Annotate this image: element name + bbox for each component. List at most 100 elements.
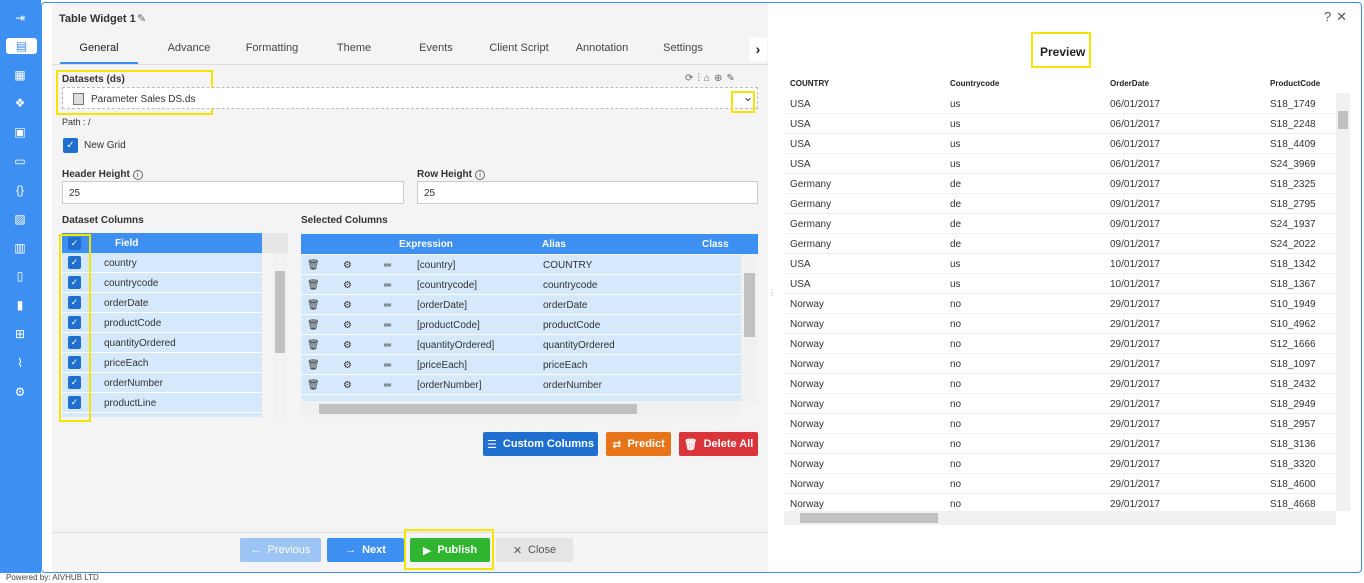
layout-icon[interactable]: ▥ <box>10 240 30 256</box>
code-icon[interactable]: {} <box>10 182 30 198</box>
drag-handle-icon[interactable]: ═ <box>384 300 391 311</box>
header-height-label: Header Height i <box>62 169 143 180</box>
tab-client-script[interactable]: Client Script <box>474 42 564 54</box>
edit-title-icon[interactable]: ✎ <box>137 12 146 25</box>
report-icon[interactable]: ▣ <box>10 124 30 140</box>
card-icon[interactable]: ▭ <box>10 153 30 169</box>
refresh-icon[interactable]: ⟳ <box>685 73 697 84</box>
list-item[interactable]: ✓ orderNumber <box>62 373 262 393</box>
swap-icon: ⇄ <box>612 438 622 451</box>
dataset-select[interactable]: Parameter Sales DS.ds ⌄ <box>62 87 758 109</box>
help-icon[interactable]: ? <box>1324 9 1336 24</box>
settings-gear-icon[interactable]: ⚙ <box>10 384 30 400</box>
trash-icon[interactable]: 🗑 <box>307 320 320 331</box>
home-icon[interactable]: ⌂ <box>704 73 714 84</box>
trash-icon[interactable]: 🗑 <box>307 260 320 271</box>
trash-icon[interactable]: 🗑 <box>307 300 320 311</box>
orderdate-cell: 29/01/2017 <box>1110 359 1161 370</box>
country-cell: USA <box>790 259 811 270</box>
scroll-thumb[interactable] <box>1338 111 1348 129</box>
preview-hscrollbar[interactable] <box>784 511 1336 525</box>
chart-icon[interactable]: ▦ <box>10 67 30 83</box>
chevron-right-icon[interactable]: › <box>749 37 767 61</box>
list-item[interactable]: ✓ orderDate <box>62 293 262 313</box>
countrycode-cell: de <box>950 239 962 250</box>
field-header-label: Field <box>115 238 139 249</box>
cubes-icon[interactable]: ❖ <box>10 95 30 111</box>
delete-all-button[interactable]: 🗑 Delete All <box>679 432 758 456</box>
trash-icon[interactable]: 🗑 <box>307 340 320 351</box>
field-name: countrycode <box>104 278 159 289</box>
doc-icon[interactable]: ▮ <box>10 297 30 313</box>
preview-vscrollbar[interactable] <box>1336 93 1350 511</box>
scroll-thumb[interactable] <box>800 513 938 523</box>
custom-columns-button[interactable]: ☰ Custom Columns <box>483 432 598 456</box>
scroll-thumb[interactable] <box>744 273 755 337</box>
list-item[interactable]: ✓ productCode <box>62 313 262 333</box>
gear-icon[interactable]: ⚙ <box>343 260 352 271</box>
drag-handle-icon[interactable]: ═ <box>384 340 391 351</box>
table-row: Norway no 29/01/2017 S18_3136 <box>784 434 1336 454</box>
gear-icon[interactable]: ⚙ <box>343 320 352 331</box>
scroll-thumb[interactable] <box>275 271 285 353</box>
previous-button[interactable]: ← Previous <box>240 538 321 562</box>
drag-handle-icon[interactable]: ═ <box>384 260 391 271</box>
splitter-handle[interactable]: ⋮ <box>768 288 776 302</box>
list-item[interactable]: ✓ productLine <box>62 393 262 413</box>
selected-vscrollbar[interactable] <box>741 255 758 401</box>
field-list-scrollbar[interactable] <box>273 253 287 417</box>
row-height-input[interactable]: 25 <box>417 181 758 204</box>
tab-settings[interactable]: Settings <box>642 42 724 54</box>
drag-handle-icon[interactable]: ═ <box>384 380 391 391</box>
scroll-thumb[interactable] <box>319 404 637 414</box>
selected-hscrollbar[interactable] <box>301 401 741 417</box>
country-cell: Norway <box>790 359 824 370</box>
country-cell: Norway <box>790 479 824 490</box>
trash-icon[interactable]: 🗑 <box>307 280 320 291</box>
close-button[interactable]: ✕ Close <box>496 538 573 562</box>
drag-handle-icon[interactable]: ═ <box>384 280 391 291</box>
next-button[interactable]: → Next <box>327 538 404 562</box>
list-item[interactable]: ✓ priceEach <box>62 353 262 373</box>
tab-advance[interactable]: Advance <box>148 42 230 54</box>
tab-annotation[interactable]: Annotation <box>557 42 647 54</box>
trend-icon[interactable]: ⌇ <box>10 355 30 371</box>
trash-icon[interactable]: 🗑 <box>307 360 320 371</box>
gear-icon[interactable]: ⚙ <box>343 380 352 391</box>
drag-handle-icon[interactable]: ═ <box>384 360 391 371</box>
preview-header-orderdate: OrderDate <box>1110 79 1150 88</box>
close-icon[interactable]: ✕ <box>1336 9 1352 24</box>
countrycode-cell: no <box>950 459 962 470</box>
list-item[interactable]: ✓ countrycode <box>62 273 262 293</box>
hierarchy-icon[interactable]: ⊞ <box>10 326 30 342</box>
gear-icon[interactable]: ⚙ <box>343 340 352 351</box>
list-item[interactable]: ✓ country <box>62 253 262 273</box>
file-icon[interactable]: ▯ <box>10 268 30 284</box>
orderdate-cell: 06/01/2017 <box>1110 99 1161 110</box>
list-item[interactable]: ✓ quantityOrdered <box>62 333 262 353</box>
new-grid-checkbox[interactable]: ✓ <box>63 138 78 153</box>
drag-handle-icon[interactable]: ═ <box>384 320 391 331</box>
predict-button[interactable]: ⇄ Predict <box>606 432 671 456</box>
tab-formatting[interactable]: Formatting <box>232 42 312 54</box>
add-icon[interactable]: ⊕ <box>714 73 726 84</box>
productcode-cell: S18_4668 <box>1270 499 1316 510</box>
login-icon[interactable]: ⇥ <box>10 10 30 26</box>
image-chart-icon[interactable]: ▨ <box>10 211 30 227</box>
tab-general[interactable]: General <box>60 42 138 54</box>
country-cell: Norway <box>790 499 824 510</box>
trash-icon[interactable]: 🗑 <box>307 380 320 391</box>
gear-icon[interactable]: ⚙ <box>343 360 352 371</box>
gear-icon[interactable]: ⚙ <box>343 280 352 291</box>
tab-events[interactable]: Events <box>396 42 476 54</box>
edit-icon[interactable]: ✎ <box>726 73 738 84</box>
orderdate-cell: 29/01/2017 <box>1110 379 1161 390</box>
tab-theme[interactable]: Theme <box>314 42 394 54</box>
expression-cell: [priceEach] <box>417 360 468 371</box>
gear-icon[interactable]: ⚙ <box>343 300 352 311</box>
productcode-cell: S18_1749 <box>1270 99 1316 110</box>
field-name: quantityOrdered <box>104 338 176 349</box>
countrycode-cell: no <box>950 319 962 330</box>
header-height-input[interactable]: 25 <box>62 181 404 204</box>
table-icon[interactable]: ▤ <box>6 38 37 54</box>
